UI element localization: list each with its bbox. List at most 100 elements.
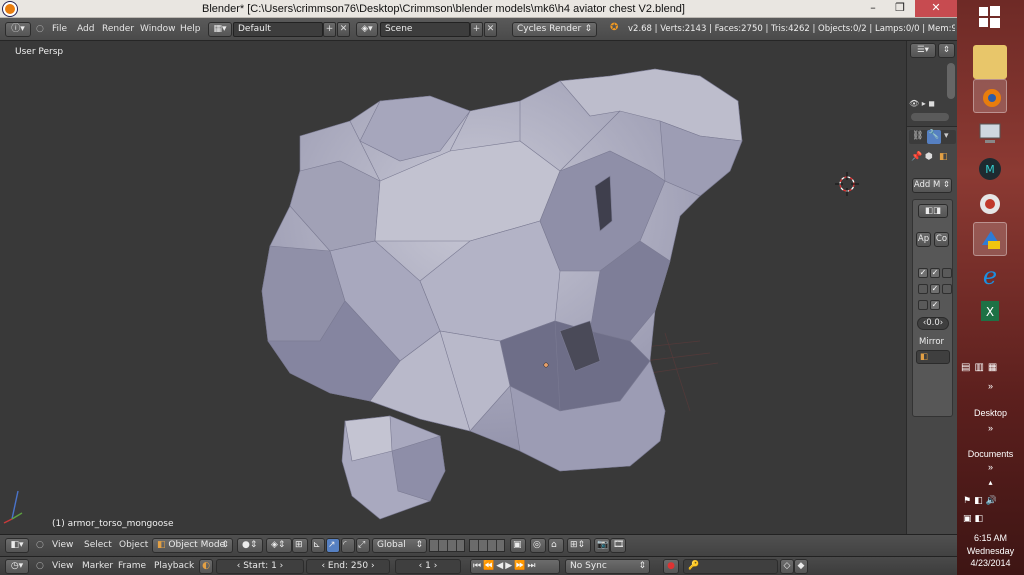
- editor-app-icon[interactable]: [973, 222, 1007, 256]
- quick-launch-icons[interactable]: ▤▥▦: [961, 362, 1021, 373]
- constraint-tab-icon[interactable]: ⛓: [912, 131, 923, 141]
- tray-icons[interactable]: ⚑◧🔊: [963, 496, 1019, 506]
- copy-button[interactable]: Co: [934, 232, 949, 247]
- media-app-icon[interactable]: M: [973, 152, 1007, 186]
- close-button[interactable]: ✕: [915, 0, 957, 17]
- computer-icon[interactable]: [973, 116, 1007, 150]
- menu-frame[interactable]: Frame: [118, 561, 146, 571]
- mirror-object-field[interactable]: ◧: [916, 350, 950, 364]
- sync-mode-dropdown[interactable]: No Sync ⇕: [565, 559, 650, 574]
- collapse-menus-icon[interactable]: ○: [36, 540, 44, 550]
- keying-set-field[interactable]: 🔑: [683, 559, 778, 574]
- documents-toolbar[interactable]: Documents: [957, 449, 1024, 459]
- u-mirror-checkbox[interactable]: [918, 300, 928, 310]
- outliner-scrollbar[interactable]: [947, 63, 955, 99]
- end-frame-field[interactable]: ‹ End: 250 ›: [306, 559, 390, 574]
- translate-manipulator-icon[interactable]: ↗: [326, 538, 340, 553]
- snap-element-dropdown[interactable]: ⊞⇕: [567, 538, 591, 553]
- menu-render[interactable]: Render: [102, 24, 134, 34]
- manipulator-toggle-icon[interactable]: ⊾: [311, 538, 325, 553]
- menu-add[interactable]: Add: [77, 24, 94, 34]
- pivot-point-dropdown[interactable]: ◈⇕: [266, 538, 292, 553]
- manipulator-center-icon[interactable]: ⊞: [292, 538, 308, 553]
- scene-field[interactable]: Scene: [380, 22, 470, 37]
- mode-dropdown[interactable]: ◧ Object Mode ⇕: [152, 538, 233, 553]
- maximize-button[interactable]: ❐: [889, 0, 911, 17]
- insert-keyframe-icon[interactable]: ◇: [780, 559, 794, 574]
- start-frame-field[interactable]: ‹ Start: 1 ›: [216, 559, 304, 574]
- proportional-edit-icon[interactable]: ◎: [530, 538, 546, 553]
- data-tab-icon[interactable]: ▾: [944, 131, 949, 141]
- axis-z-checkbox[interactable]: [942, 268, 952, 278]
- playback-controls[interactable]: ⏮⏪◀▶⏩⏭: [470, 559, 560, 574]
- layout-field[interactable]: Default: [233, 22, 323, 37]
- preview-range-icon[interactable]: ◐: [199, 559, 213, 574]
- collapse-menus-icon[interactable]: ○: [36, 561, 44, 571]
- delete-scene-icon[interactable]: ✕: [484, 22, 497, 37]
- menu-playback[interactable]: Playback: [154, 561, 194, 571]
- modifier-wrench-icon[interactable]: 🔧: [927, 130, 941, 144]
- outliner-view-icon[interactable]: ⇕: [938, 43, 955, 58]
- clock-time[interactable]: 6:15 AM: [957, 533, 1024, 543]
- axis-y-checkbox[interactable]: ✓: [930, 268, 940, 278]
- screen-layout-icon[interactable]: ▦▾: [208, 22, 232, 37]
- minimize-button[interactable]: –: [862, 0, 884, 17]
- layer-buttons-a[interactable]: [429, 539, 465, 552]
- add-scene-icon[interactable]: +: [470, 22, 483, 37]
- snap-toggle-icon[interactable]: ⌂: [548, 538, 564, 553]
- outliner-editor-icon[interactable]: ☰▾: [910, 43, 936, 58]
- add-modifier-button[interactable]: Add M ⇕: [912, 178, 952, 193]
- editor-type-info-icon[interactable]: ⓘ▾: [5, 22, 31, 37]
- v-mirror-checkbox[interactable]: ✓: [930, 300, 940, 310]
- 3d-viewport[interactable]: User Persp (1) armor_torso_mongoose: [0, 41, 906, 534]
- excel-icon[interactable]: X: [973, 294, 1007, 328]
- menu-help[interactable]: Help: [180, 24, 201, 34]
- editor-type-timeline-icon[interactable]: ◷▾: [5, 559, 29, 574]
- transform-orientation-dropdown[interactable]: Global ⇕: [372, 538, 427, 553]
- tray-icons-row2[interactable]: ▣◧: [963, 514, 1019, 524]
- current-frame-field[interactable]: ‹ 1 ›: [395, 559, 461, 574]
- menu-file[interactable]: File: [52, 24, 67, 34]
- menu-object[interactable]: Object: [119, 540, 148, 550]
- desktop-toolbar[interactable]: Desktop: [957, 408, 1024, 418]
- editor-type-3d-icon[interactable]: ◧▾: [5, 538, 29, 553]
- menu-select[interactable]: Select: [84, 540, 112, 550]
- merge-checkbox[interactable]: [918, 284, 928, 294]
- clipping-checkbox[interactable]: ✓: [930, 284, 940, 294]
- menu-view[interactable]: View: [52, 540, 73, 550]
- layer-lock-icon[interactable]: ▣: [510, 538, 526, 553]
- chevron-down-icon[interactable]: »: [957, 462, 1024, 472]
- render-animation-icon[interactable]: 🎞: [610, 538, 626, 553]
- internet-explorer-icon[interactable]: e: [973, 258, 1007, 292]
- add-layout-icon[interactable]: +: [323, 22, 336, 37]
- delete-layout-icon[interactable]: ✕: [337, 22, 350, 37]
- blender-taskbar-icon[interactable]: [973, 79, 1007, 113]
- modifier-toggles-icon[interactable]: ◧◨: [918, 204, 948, 218]
- mirror-object-label: Mirror: [919, 337, 945, 347]
- delete-keyframe-icon[interactable]: ◆: [794, 559, 808, 574]
- menu-view[interactable]: View: [52, 561, 73, 571]
- record-icon[interactable]: ●: [663, 559, 679, 574]
- axis-x-checkbox[interactable]: ✓: [918, 268, 928, 278]
- show-hidden-icons-icon[interactable]: ▴: [957, 478, 1024, 487]
- merge-limit-field[interactable]: ‹0.0›: [917, 317, 949, 330]
- chevron-down-icon[interactable]: »: [957, 423, 1024, 433]
- scale-manipulator-icon[interactable]: ⤢: [356, 538, 370, 553]
- pin-icon[interactable]: 📌: [911, 152, 922, 162]
- rotate-manipulator-icon[interactable]: ◜: [341, 538, 355, 553]
- outliner-hscrollbar[interactable]: [911, 113, 949, 121]
- render-engine-dropdown[interactable]: Cycles Render ⇕: [512, 22, 597, 37]
- render-preview-icon[interactable]: 📷: [594, 538, 610, 553]
- apply-button[interactable]: Ap: [916, 232, 931, 247]
- viewport-shading-dropdown[interactable]: ●⇕: [237, 538, 263, 553]
- scene-icon[interactable]: ◈▾: [356, 22, 378, 37]
- vgroup-checkbox[interactable]: [942, 284, 952, 294]
- collapse-menus-icon[interactable]: ○: [36, 24, 44, 34]
- file-explorer-icon[interactable]: [973, 45, 1007, 79]
- windows-start-icon[interactable]: [979, 6, 1001, 28]
- menu-window[interactable]: Window: [140, 24, 176, 34]
- menu-marker[interactable]: Marker: [82, 561, 113, 571]
- layer-buttons-b[interactable]: [469, 539, 505, 552]
- tool-app-icon[interactable]: [973, 188, 1007, 222]
- chevron-down-icon[interactable]: »: [957, 381, 1024, 391]
